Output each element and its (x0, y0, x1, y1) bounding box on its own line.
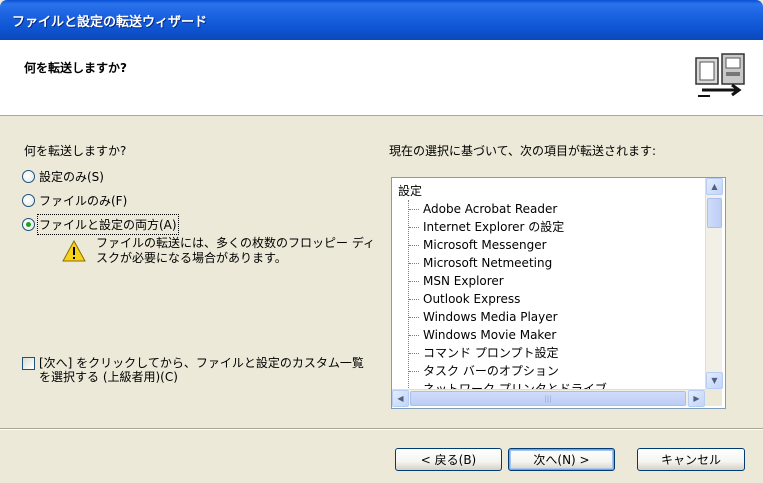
option-label: ファイルのみ(F) (39, 193, 128, 208)
separator (0, 428, 763, 430)
files-settings-transfer-icon (695, 53, 745, 97)
list-item[interactable]: Microsoft Netmeeting (409, 254, 708, 272)
radio-settings-only[interactable] (22, 169, 35, 183)
option-settings-only[interactable]: 設定のみ(S) (22, 167, 104, 185)
transfer-items-tree[interactable]: 設定 Adobe Acrobat Reader Internet Explore… (391, 177, 726, 409)
list-item[interactable]: Microsoft Messenger (409, 236, 708, 254)
radio-files-only[interactable] (22, 193, 35, 207)
scrollbar-corner (705, 389, 722, 406)
list-item[interactable]: コマンド プロンプト設定 (409, 344, 708, 362)
cancel-button[interactable]: キャンセル (637, 448, 745, 471)
title-bar[interactable]: ファイルと設定の転送ウィザード (0, 0, 763, 40)
list-item[interactable]: Windows Movie Maker (409, 326, 708, 344)
list-item[interactable]: MSN Explorer (409, 272, 708, 290)
warning-text: ファイルの転送には、多くの枚数のフロッピー ディスクが必要になる場合があります。 (96, 236, 375, 265)
chevron-left-icon: ◀ (397, 394, 404, 403)
option-files-and-settings[interactable]: ファイルと設定の両方(A) (22, 213, 179, 235)
scroll-right-button[interactable]: ▶ (688, 390, 705, 407)
vertical-scrollbar[interactable]: ▲ ▼ (705, 178, 723, 389)
custom-list-label: [次へ] をクリックしてから、ファイルと設定のカスタム一覧を選択する (上級者用… (39, 356, 364, 384)
window-title: ファイルと設定の転送ウィザード (12, 15, 208, 30)
scroll-up-button[interactable]: ▲ (706, 178, 723, 195)
custom-list-option[interactable]: [次へ] をクリックしてから、ファイルと設定のカスタム一覧を選択する (上級者用… (22, 356, 369, 384)
custom-list-checkbox[interactable] (22, 357, 35, 370)
scroll-left-button[interactable]: ◀ (392, 390, 409, 407)
horizontal-scrollbar[interactable]: ◀ ||| ▶ (392, 389, 705, 407)
list-item[interactable]: Outlook Express (409, 290, 708, 308)
option-label: 設定のみ(S) (39, 169, 104, 184)
warning-icon (62, 240, 86, 262)
back-button[interactable]: < 戻る(B) (395, 448, 502, 471)
vertical-scroll-thumb[interactable] (707, 198, 722, 228)
list-item[interactable]: Internet Explorer の設定 (409, 218, 708, 236)
option-label: ファイルと設定の両方(A) (37, 213, 179, 235)
list-item[interactable]: タスク バーのオプション (409, 362, 708, 380)
wizard-header: 何を転送しますか? (0, 40, 763, 116)
option-files-only[interactable]: ファイルのみ(F) (22, 191, 127, 209)
question-label: 何を転送しますか? (24, 144, 127, 158)
chevron-up-icon: ▲ (711, 182, 718, 191)
chevron-right-icon: ▶ (693, 394, 700, 403)
next-button[interactable]: 次へ(N) > (508, 448, 615, 471)
chevron-down-icon: ▼ (711, 376, 718, 385)
transfer-list-title: 現在の選択に基づいて、次の項目が転送されます: (389, 144, 657, 158)
grip-icon: ||| (544, 394, 552, 403)
horizontal-scroll-thumb[interactable]: ||| (410, 391, 686, 406)
tree-root: 設定 (398, 184, 423, 198)
radio-files-and-settings[interactable] (22, 217, 35, 231)
list-item[interactable]: Adobe Acrobat Reader (409, 200, 708, 218)
page-heading: 何を転送しますか? (24, 61, 127, 75)
tree-items: Adobe Acrobat Reader Internet Explorer の… (408, 200, 708, 398)
scroll-down-button[interactable]: ▼ (706, 372, 723, 389)
list-item[interactable]: Windows Media Player (409, 308, 708, 326)
